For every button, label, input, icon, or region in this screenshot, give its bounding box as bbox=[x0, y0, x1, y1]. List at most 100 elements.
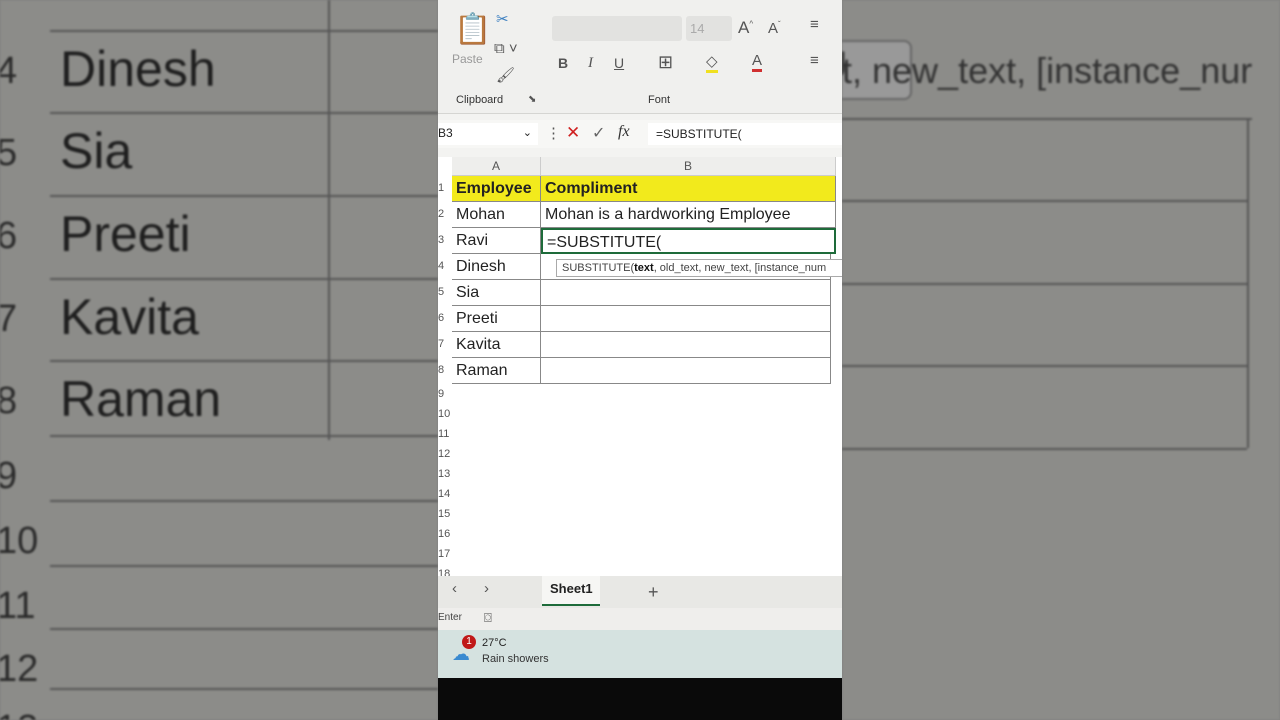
row-header[interactable]: 4 bbox=[438, 260, 452, 272]
cell-a3[interactable]: Ravi bbox=[452, 228, 541, 254]
cell-a4[interactable]: Dinesh bbox=[452, 254, 541, 280]
row-header[interactable]: 16 bbox=[438, 528, 452, 540]
bg-row-number: 5 bbox=[0, 132, 18, 174]
decrease-font-icon[interactable]: Aˇ bbox=[768, 20, 781, 37]
ribbon: 📋 Paste ✂ ⧉ ˅ 🖌 Clipboard ⬊ 14 A^ Aˇ B I… bbox=[438, 0, 842, 114]
copy-icon[interactable]: ⧉ ˅ bbox=[494, 40, 518, 57]
bg-row-number: 10 bbox=[0, 520, 39, 562]
row-header[interactable]: 3 bbox=[438, 234, 452, 246]
row-header[interactable]: 2 bbox=[438, 208, 452, 220]
bold-button[interactable]: B bbox=[558, 55, 568, 71]
row-header[interactable]: 15 bbox=[438, 508, 452, 520]
accessibility-icon[interactable]: ⌼ bbox=[484, 610, 492, 626]
paste-icon[interactable]: 📋 bbox=[454, 12, 491, 47]
bg-row-number: 6 bbox=[0, 215, 18, 257]
row-header[interactable]: 14 bbox=[438, 488, 452, 500]
row-header[interactable]: 8 bbox=[438, 364, 452, 376]
cell-b1[interactable]: Compliment bbox=[541, 176, 836, 202]
formula-input[interactable]: =SUBSTITUTE( bbox=[648, 123, 842, 145]
increase-font-icon[interactable]: A^ bbox=[738, 18, 753, 38]
status-bar: Enter ⌼ bbox=[438, 608, 842, 630]
cell-a7[interactable]: Kavita bbox=[452, 332, 541, 358]
tooltip-current-arg: text bbox=[634, 262, 654, 274]
column-header-a[interactable]: A bbox=[452, 157, 541, 176]
paste-button[interactable]: Paste bbox=[452, 52, 483, 66]
bg-row-name: Kavita bbox=[60, 289, 199, 345]
tooltip-args: , old_text, new_text, [instance_num bbox=[653, 262, 827, 274]
bg-row-number: 8 bbox=[0, 380, 18, 422]
font-size-value: 14 bbox=[690, 21, 705, 36]
borders-icon[interactable]: ⊞ bbox=[658, 52, 673, 73]
dialog-launcher-icon[interactable]: ⬊ bbox=[528, 94, 536, 105]
align-icon[interactable]: ≡ bbox=[810, 16, 819, 33]
insert-function-icon[interactable]: fx bbox=[618, 123, 630, 141]
taskbar: ☁ 1 27°C Rain showers bbox=[438, 630, 842, 678]
weather-temp[interactable]: 27°C bbox=[482, 637, 507, 649]
bg-row-number: 9 bbox=[0, 455, 18, 497]
cancel-icon[interactable]: ✕ bbox=[566, 123, 580, 143]
tooltip-fn: SUBSTITUTE( bbox=[562, 262, 635, 274]
prev-sheet-icon[interactable]: ‹ bbox=[452, 580, 457, 597]
blurred-background-right: SU t, new_text, [instance_nur bbox=[842, 0, 1280, 720]
align-left-icon[interactable]: ≡ bbox=[810, 52, 819, 69]
row-header[interactable]: 7 bbox=[438, 338, 452, 350]
next-sheet-icon[interactable]: › bbox=[484, 580, 489, 597]
cell-a6[interactable]: Preeti bbox=[452, 306, 541, 332]
excel-window: 📋 Paste ✂ ⧉ ˅ 🖌 Clipboard ⬊ 14 A^ Aˇ B I… bbox=[438, 0, 842, 720]
bg-row-name: Preeti bbox=[60, 206, 191, 262]
row-header[interactable]: 17 bbox=[438, 548, 452, 560]
clipboard-group-label: Clipboard bbox=[456, 94, 504, 106]
column-header-b[interactable]: B bbox=[541, 157, 836, 176]
row-header[interactable]: 5 bbox=[438, 286, 452, 298]
weather-desc[interactable]: Rain showers bbox=[482, 653, 549, 665]
cell-b3[interactable]: =SUBSTITUTE( bbox=[541, 228, 836, 254]
bg-row-name: Sia bbox=[60, 123, 133, 179]
cell-b6[interactable] bbox=[541, 306, 831, 332]
font-name-dropdown[interactable] bbox=[552, 16, 682, 41]
cell-a5[interactable]: Sia bbox=[452, 280, 541, 306]
font-group-label: Font bbox=[648, 94, 671, 106]
row-header[interactable]: 1 bbox=[438, 182, 452, 194]
bg-row-name: Raman bbox=[60, 371, 222, 427]
function-tooltip: SUBSTITUTE(text, old_text, new_text, [in… bbox=[556, 259, 842, 277]
font-size-dropdown[interactable]: 14 bbox=[686, 16, 732, 41]
italic-button[interactable]: I bbox=[588, 55, 593, 72]
bg-row-number: 11 bbox=[0, 585, 36, 627]
bg-row-number: 4 bbox=[0, 50, 18, 92]
row-header[interactable]: 13 bbox=[438, 468, 452, 480]
notification-badge: 1 bbox=[462, 635, 476, 649]
cell-a1[interactable]: Employee bbox=[452, 176, 541, 202]
cell-b8[interactable] bbox=[541, 358, 831, 384]
chevron-down-icon[interactable]: ⌄ bbox=[523, 126, 532, 139]
bg-row-number: 13 bbox=[0, 708, 38, 720]
row-header[interactable]: 12 bbox=[438, 448, 452, 460]
row-header[interactable]: 10 bbox=[438, 408, 452, 420]
blurred-background-left: 4 Dinesh 5 Sia 6 Preeti 7 Kavita 8 Raman 9 10 11 12 13 bbox=[0, 0, 438, 720]
row-header[interactable]: 6 bbox=[438, 312, 452, 324]
row-header[interactable]: 11 bbox=[438, 428, 452, 440]
name-box-value: B3 bbox=[438, 126, 453, 140]
underline-button[interactable]: U bbox=[614, 55, 624, 71]
cut-icon[interactable]: ✂ bbox=[496, 10, 509, 28]
formula-bar: B3 ⌄ ⋮ ✕ ✓ fx =SUBSTITUTE( bbox=[438, 120, 842, 148]
bg-row-name: Dinesh bbox=[60, 41, 216, 97]
cell-a2[interactable]: Mohan bbox=[452, 202, 541, 228]
bg-row-number: 7 bbox=[0, 298, 18, 340]
cell-a8[interactable]: Raman bbox=[452, 358, 541, 384]
fill-color-icon[interactable]: ◇ bbox=[706, 52, 718, 73]
font-color-icon[interactable]: A bbox=[752, 52, 763, 72]
cell-b7[interactable] bbox=[541, 332, 831, 358]
more-icon[interactable]: ⋮ bbox=[546, 124, 561, 142]
screen-bezel bbox=[438, 678, 842, 720]
enter-check-icon[interactable]: ✓ bbox=[592, 123, 605, 143]
spreadsheet-grid[interactable]: A B 1 Employee Compliment 2 Mohan Mohan is a … bbox=[438, 157, 842, 580]
format-painter-icon[interactable]: 🖌 bbox=[496, 66, 515, 84]
cell-b2[interactable]: Mohan is a hardworking Employee bbox=[541, 202, 836, 228]
cell-b5[interactable] bbox=[541, 280, 831, 306]
name-box[interactable]: B3 ⌄ bbox=[438, 123, 538, 145]
sheet-tab-sheet1[interactable]: Sheet1 bbox=[542, 576, 600, 606]
add-sheet-icon[interactable]: + bbox=[648, 582, 659, 603]
bg-row-number: 12 bbox=[0, 648, 39, 690]
row-header[interactable]: 9 bbox=[438, 388, 452, 400]
sheet-tabs-bar: ‹ › Sheet1 + bbox=[438, 576, 842, 608]
